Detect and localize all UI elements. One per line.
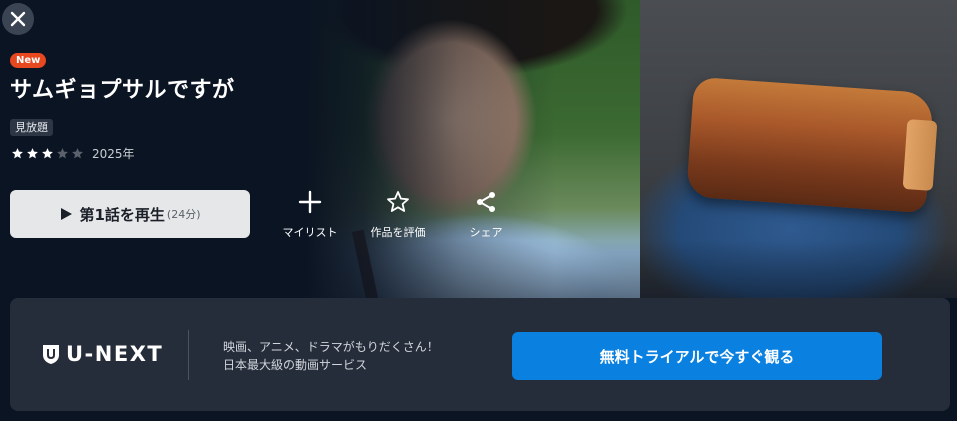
star-filled-icon xyxy=(40,146,55,161)
rate-title-button[interactable]: 作品を評価 xyxy=(358,188,438,243)
banner-divider xyxy=(188,330,189,380)
unext-shield-icon xyxy=(43,345,59,364)
share-icon xyxy=(477,192,495,212)
play-label: 第1話を再生 xyxy=(79,205,165,224)
promo-line-1: 映画、アニメ、ドラマがもりだくさん！ xyxy=(223,340,439,354)
new-badge: New xyxy=(10,53,47,68)
star-empty-icon xyxy=(55,146,70,161)
close-button[interactable] xyxy=(2,3,34,35)
my-list-label: マイリスト xyxy=(282,226,338,239)
star-filled-icon xyxy=(25,146,40,161)
hero-artwork xyxy=(0,0,957,298)
share-label: シェア xyxy=(469,226,503,239)
plus-icon xyxy=(298,190,322,214)
play-episode-button[interactable]: 第1話を再生 (24分) xyxy=(10,190,250,238)
signup-banner: U-NEXT 映画、アニメ、ドラマがもりだくさん！ 日本最大級の動画サービス 無… xyxy=(10,298,950,411)
share-button[interactable]: シェア xyxy=(446,188,526,243)
my-list-button[interactable]: マイリスト xyxy=(270,188,350,243)
close-icon xyxy=(10,11,26,27)
play-duration: (24分) xyxy=(166,208,201,221)
star-rating: 2025年 xyxy=(10,145,135,161)
release-year: 2025年 xyxy=(92,146,135,161)
stars-container xyxy=(10,146,85,161)
star-empty-icon xyxy=(70,146,85,161)
promo-text: 映画、アニメ、ドラマがもりだくさん！ 日本最大級の動画サービス xyxy=(223,338,439,374)
star-outline-icon xyxy=(387,191,409,212)
page-title: サムギョプサルですが xyxy=(10,78,235,103)
unext-logo-text: U-NEXT xyxy=(66,342,164,366)
promo-line-2: 日本最大級の動画サービス xyxy=(223,358,368,372)
unlimited-tag: 見放題 xyxy=(10,119,53,136)
rate-title-label: 作品を評価 xyxy=(370,226,426,239)
hero-gradient-bottom xyxy=(0,240,957,298)
free-trial-button[interactable]: 無料トライアルで今すぐ観る xyxy=(512,332,882,380)
play-icon xyxy=(61,208,73,220)
unext-logo: U-NEXT xyxy=(42,342,163,366)
star-filled-icon xyxy=(10,146,25,161)
